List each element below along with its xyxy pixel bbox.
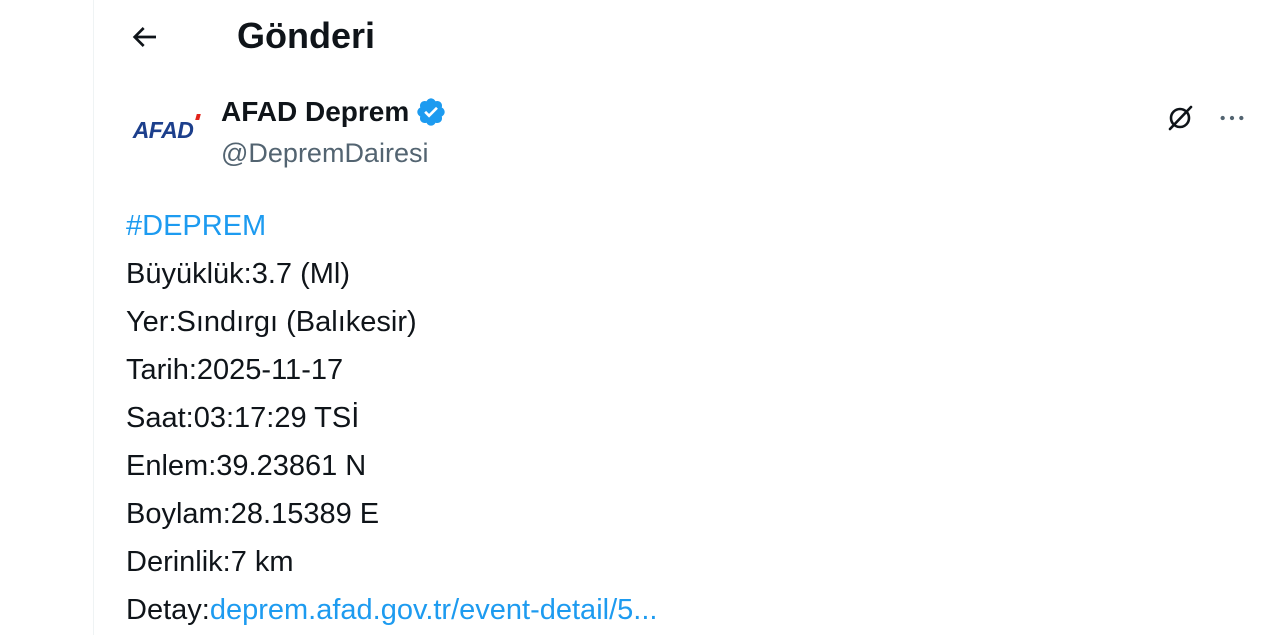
verified-badge-icon <box>417 98 445 126</box>
display-name: AFAD Deprem <box>221 96 410 127</box>
hashtag-link[interactable]: #DEPREM <box>126 202 1246 250</box>
detail-link[interactable]: deprem.afad.gov.tr/event-detail/5... <box>210 594 658 626</box>
back-button[interactable] <box>124 17 164 57</box>
page-title: Gönderi <box>237 15 376 56</box>
post-line-depth: Derinlik:7 km <box>126 546 294 578</box>
arrow-left-icon <box>132 27 156 47</box>
post-text: #DEPREM Büyüklük:3.7 (Ml) Yer:Sındırgı (… <box>126 202 1246 634</box>
post-line-detail: Detay:deprem.afad.gov.tr/event-detail/5.… <box>126 586 1246 634</box>
more-horizontal-icon <box>1220 115 1244 121</box>
post-line-magnitude: Büyüklük:3.7 (Ml) <box>126 258 351 290</box>
grok-icon <box>1168 105 1193 131</box>
display-name-link[interactable]: AFAD Deprem <box>221 94 447 130</box>
post-line-location: Yer:Sındırgı (Balıkesir) <box>126 306 417 338</box>
post-line-date: Tarih:2025-11-17 <box>126 354 344 386</box>
post-line-longitude: Boylam:28.15389 E <box>126 498 380 530</box>
grok-button[interactable] <box>1160 100 1200 136</box>
post-author: AFAD AFAD Deprem @DepremDairesi <box>94 88 1280 178</box>
page-header: Gönderi <box>94 0 1280 72</box>
post-line-latitude: Enlem:39.23861 N <box>126 450 367 482</box>
more-options-button[interactable] <box>1212 100 1252 136</box>
detail-label: Detay: <box>126 594 210 626</box>
author-handle[interactable]: @DepremDairesi <box>221 135 428 171</box>
post-line-time: Saat:03:17:29 TSİ <box>126 402 360 434</box>
afad-logo: AFAD <box>133 113 202 142</box>
avatar[interactable]: AFAD <box>124 102 202 158</box>
